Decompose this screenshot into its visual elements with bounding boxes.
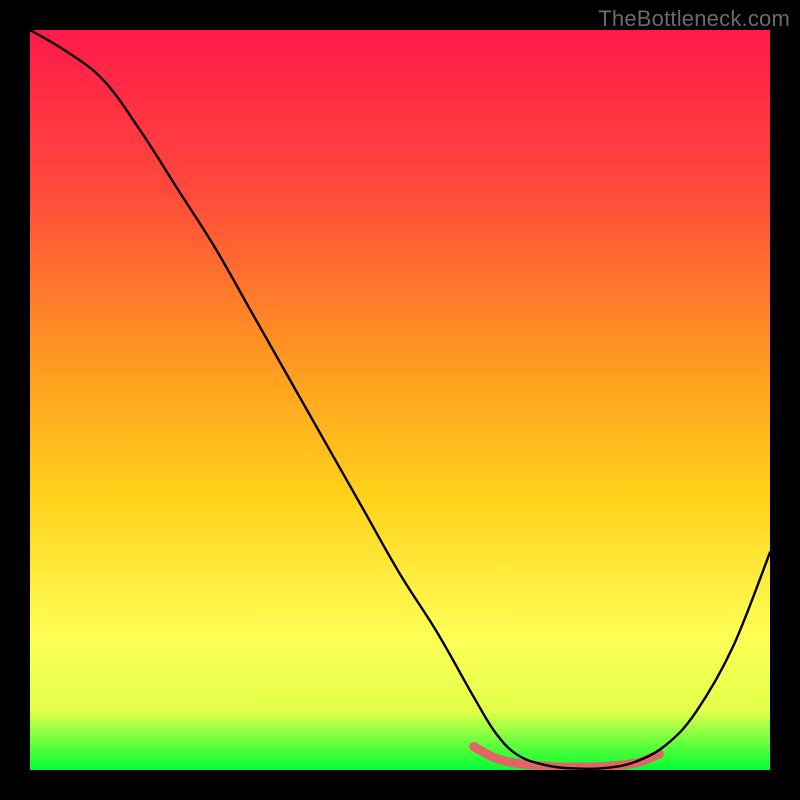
watermark-text: TheBottleneck.com [598, 6, 790, 32]
optimal-zone-end-dot [469, 742, 479, 752]
chart-frame: TheBottleneck.com [0, 0, 800, 800]
gradient-background [30, 30, 770, 770]
chart-svg [30, 30, 770, 770]
plot-area [30, 30, 770, 770]
